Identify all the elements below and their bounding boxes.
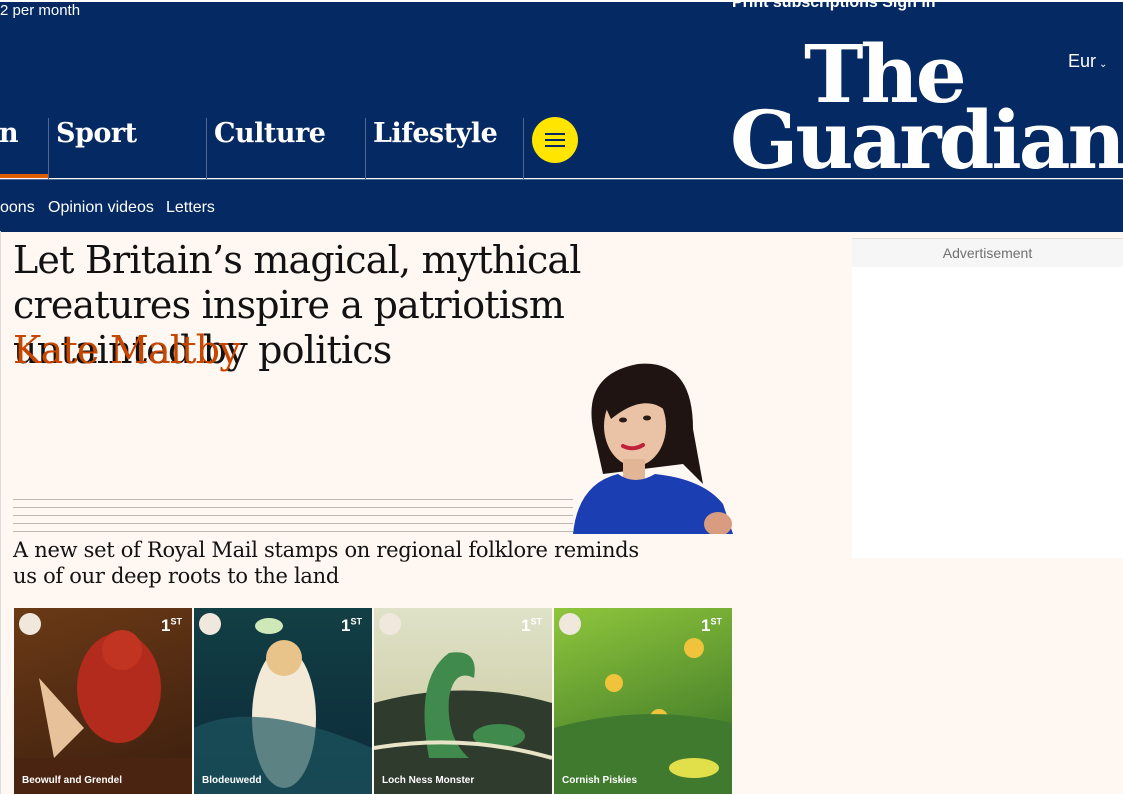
stamp-title: Blodeuwedd [202,775,262,786]
content-edge [0,231,1,794]
article-standfirst: A new set of Royal Mail stamps on region… [13,538,639,588]
ad-label: Advertisement [852,238,1123,267]
stamp-title: Beowulf and Grendel [22,775,123,786]
pillar-label: Sport [56,118,137,149]
support-price-text[interactable]: 2 per month [0,2,80,19]
stamp-title: Cornish Piskies [562,775,638,786]
pillar-culture[interactable]: Culture [206,118,366,179]
logo-guardian: Guardian [730,92,1123,187]
stamp-value: 1ST [701,616,722,635]
guardian-logo[interactable]: The Guardian [730,34,1123,187]
active-pillar-indicator [0,174,48,178]
stamp-cornish-piskies: 1ST Cornish Piskies [554,608,732,794]
stamp-blodeuwedd: 1ST Blodeuwedd [194,608,372,794]
pillar-label: Culture [214,118,326,149]
subnav: oons Opinion videos Letters [0,179,1123,232]
stamp-beowulf: 1ST Beowulf and Grendel [14,608,192,794]
stamp-loch-ness: 1ST Loch Ness Monster [374,608,552,794]
pillar-opinion[interactable]: n [0,118,48,179]
subnav-item-opinion-videos[interactable]: Opinion videos [48,199,154,217]
hamburger-icon [545,133,565,135]
menu-button[interactable] [532,117,578,163]
subnav-item-letters[interactable]: Letters [166,199,215,217]
stamp-title: Loch Ness Monster [382,775,475,786]
author-byline[interactable]: Kate Maltby [13,328,241,372]
pillar-lifestyle[interactable]: Lifestyle [365,118,524,179]
hamburger-icon [545,145,565,147]
top-border [0,0,1123,2]
utility-links[interactable]: Print subscriptions Sign in [732,0,936,12]
stamp-value: 1ST [341,616,362,635]
ad-slot: Advertisement [852,238,1123,558]
pillar-label: Lifestyle [373,118,498,149]
pillar-divider [523,118,525,179]
stamp-value: 1ST [161,616,182,635]
stamp-value: 1ST [521,616,542,635]
stamps-image: 1ST Beowulf and Grendel 1ST Blodeuwedd 1… [14,608,734,794]
subnav-item-cartoons[interactable]: oons [0,199,35,217]
hamburger-icon [545,139,565,141]
author-photo [573,363,733,534]
pillar-label: n [0,118,19,149]
byline-rule-lines [13,499,573,533]
pillar-sport[interactable]: Sport [48,118,207,179]
